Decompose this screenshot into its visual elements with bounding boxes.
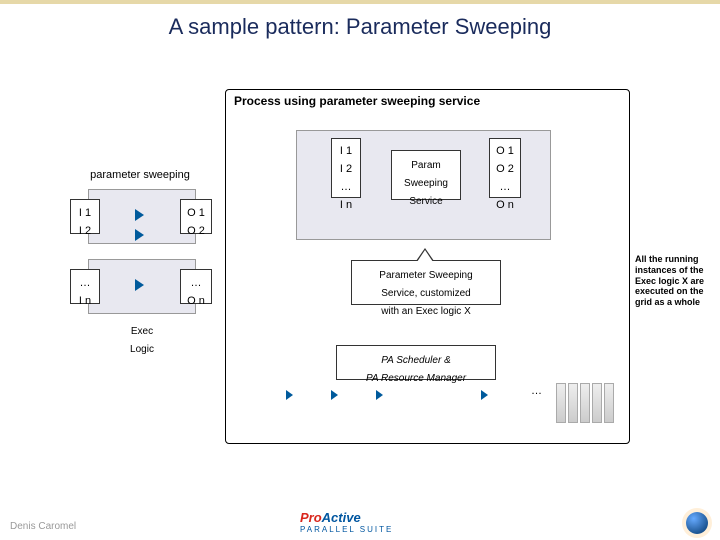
left-output-bottom: … O n <box>180 269 212 304</box>
callout-box: Parameter Sweeping Service, customized w… <box>351 260 501 305</box>
server-icon <box>568 383 578 423</box>
play-icon <box>135 229 144 241</box>
process-box-title: Process using parameter sweeping service <box>226 90 629 112</box>
inner-input-bottom: … I n <box>340 181 352 211</box>
logo-pro: Pro <box>300 510 322 525</box>
left-input-top: I 1 I 2 <box>70 199 100 234</box>
param-sweep-label: parameter sweeping <box>70 169 210 181</box>
footer-author: Denis Caromel <box>10 521 76 532</box>
play-icon <box>481 390 488 400</box>
play-icon <box>331 390 338 400</box>
play-icon <box>286 390 293 400</box>
ellipsis: … <box>531 385 542 397</box>
inner-output-bottom: … O n <box>496 181 514 211</box>
play-icon <box>135 279 144 291</box>
server-icon <box>580 383 590 423</box>
left-output-bottom-text: … O n <box>187 277 205 307</box>
left-input-bottom: … I n <box>70 269 100 304</box>
inner-output: O 1 O 2… O n <box>489 138 521 198</box>
play-icon <box>135 209 144 221</box>
play-icon <box>376 390 383 400</box>
callout-text: Parameter Sweeping Service, customized w… <box>379 270 472 317</box>
inner-input-top: I 1 I 2 <box>340 145 352 175</box>
param-sweep-service-box: Param Sweeping Service <box>391 150 461 200</box>
inner-output-top: O 1 O 2 <box>496 145 514 175</box>
callout-tail <box>417 250 433 262</box>
left-input-top-text: I 1 I 2 <box>79 207 91 237</box>
server-icon <box>556 383 566 423</box>
server-icon <box>604 383 614 423</box>
server-cluster-icon <box>556 383 614 423</box>
globe-icon <box>686 512 708 534</box>
process-box: Process using parameter sweeping service… <box>225 89 630 444</box>
side-note: All the running instances of the Exec lo… <box>635 254 715 308</box>
logo-subtitle: PARALLEL SUITE <box>300 525 393 534</box>
exec-logic-text: Exec Logic <box>130 326 154 355</box>
proactive-logo: ProActive PARALLEL SUITE <box>300 510 393 534</box>
left-output-top-text: O 1 O 2 <box>187 207 205 237</box>
page-title: A sample pattern: Parameter Sweeping <box>0 14 720 40</box>
exec-logic-label: Exec Logic <box>118 319 166 347</box>
left-output-top: O 1 O 2 <box>180 199 212 234</box>
logo-active: Active <box>322 510 361 525</box>
scheduler-text: PA Scheduler & PA Resource Manager <box>366 355 466 384</box>
scheduler-box: PA Scheduler & PA Resource Manager <box>336 345 496 380</box>
param-sweep-service-text: Param Sweeping Service <box>404 160 448 207</box>
inner-input: I 1 I 2… I n <box>331 138 361 198</box>
left-input-bottom-text: … I n <box>79 277 91 307</box>
server-icon <box>592 383 602 423</box>
